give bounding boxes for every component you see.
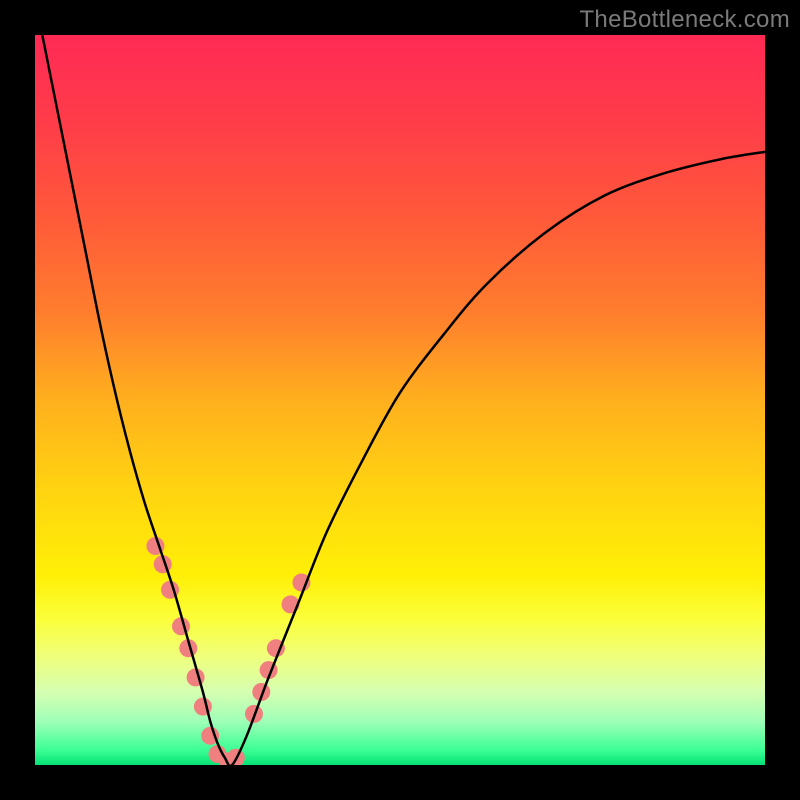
- chart-outer-frame: TheBottleneck.com: [0, 0, 800, 800]
- chart-svg-layer: [35, 35, 765, 765]
- marker-dot: [187, 668, 205, 686]
- watermark-label: TheBottleneck.com: [579, 6, 790, 34]
- marker-dot: [172, 617, 190, 635]
- marker-dot: [227, 749, 245, 765]
- plot-area: [35, 35, 765, 765]
- bottleneck-curve: [42, 35, 765, 765]
- marker-dots-group: [146, 537, 310, 765]
